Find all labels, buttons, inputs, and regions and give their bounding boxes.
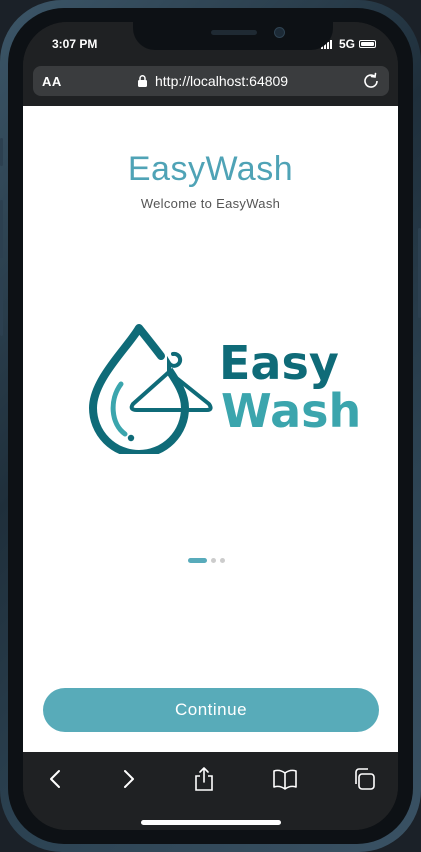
screen: 3:07 PM 5G AA http://localhost:64809 Eas… — [23, 22, 398, 830]
page-dot-1 — [188, 557, 207, 563]
logo-text-easy: Easy — [219, 336, 339, 390]
page-content: EasyWash Welcome to EasyWash Easy Wash C… — [23, 106, 398, 752]
browser-toolbar — [23, 752, 398, 830]
status-time: 3:07 PM — [52, 37, 98, 51]
water-drop-hanger-icon — [89, 324, 213, 454]
phone-frame: 3:07 PM 5G AA http://localhost:64809 Eas… — [0, 0, 421, 852]
volume-down-button — [0, 278, 3, 336]
home-indicator[interactable] — [141, 820, 281, 825]
battery-icon — [359, 40, 376, 48]
continue-button[interactable]: Continue — [43, 688, 379, 732]
reload-icon[interactable] — [361, 71, 381, 91]
logo-text-wash: Wash — [221, 384, 362, 438]
network-type: 5G — [339, 37, 356, 51]
front-camera — [274, 27, 285, 38]
bookmarks-icon[interactable] — [272, 766, 298, 792]
app-subtitle: Welcome to EasyWash — [140, 196, 281, 211]
url-text[interactable]: http://localhost:64809 — [155, 73, 288, 89]
app-title: EasyWash — [127, 150, 294, 188]
tabs-icon[interactable] — [352, 766, 378, 792]
lock-icon — [138, 75, 147, 87]
notch — [133, 22, 333, 50]
back-icon[interactable] — [43, 766, 69, 792]
browser-address-area: AA http://localhost:64809 — [23, 66, 398, 106]
page-dot-3 — [220, 557, 225, 563]
forward-icon[interactable] — [115, 766, 141, 792]
volume-up-button — [0, 200, 3, 258]
speaker — [211, 30, 257, 35]
mute-switch — [0, 138, 3, 166]
address-bar[interactable]: AA http://localhost:64809 — [33, 66, 389, 96]
page-indicator — [188, 557, 225, 563]
page-dot-2 — [211, 557, 216, 563]
text-size-button[interactable]: AA — [42, 74, 62, 89]
easywash-logo: Easy Wash — [89, 324, 361, 454]
share-icon[interactable] — [191, 766, 217, 792]
